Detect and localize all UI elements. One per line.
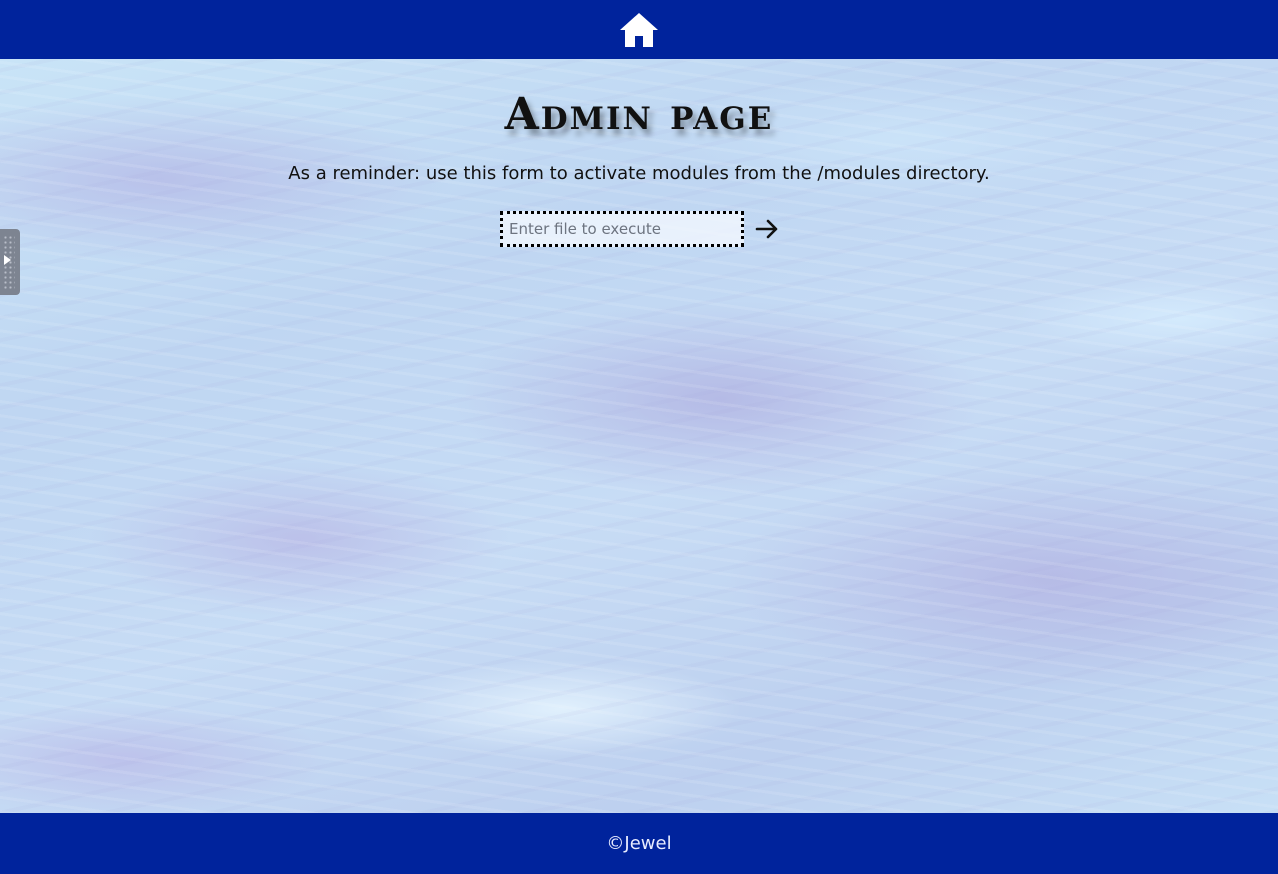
page: Admin page As a reminder: use this form …: [0, 0, 1278, 874]
play-icon: [4, 255, 11, 265]
main-content: Admin page As a reminder: use this form …: [0, 59, 1278, 813]
execute-form: [500, 211, 780, 247]
submit-button[interactable]: [754, 216, 780, 242]
reminder-text: As a reminder: use this form to activate…: [288, 163, 990, 184]
footer: ©Jewel: [0, 813, 1278, 874]
copyright-text: ©Jewel: [606, 833, 672, 854]
page-title: Admin page: [504, 89, 774, 140]
home-button[interactable]: [618, 10, 660, 50]
home-icon: [620, 12, 658, 47]
side-panel-toggle[interactable]: [0, 229, 20, 295]
file-input[interactable]: [500, 211, 744, 247]
arrow-right-icon: [755, 219, 778, 239]
top-navbar: [0, 0, 1278, 59]
